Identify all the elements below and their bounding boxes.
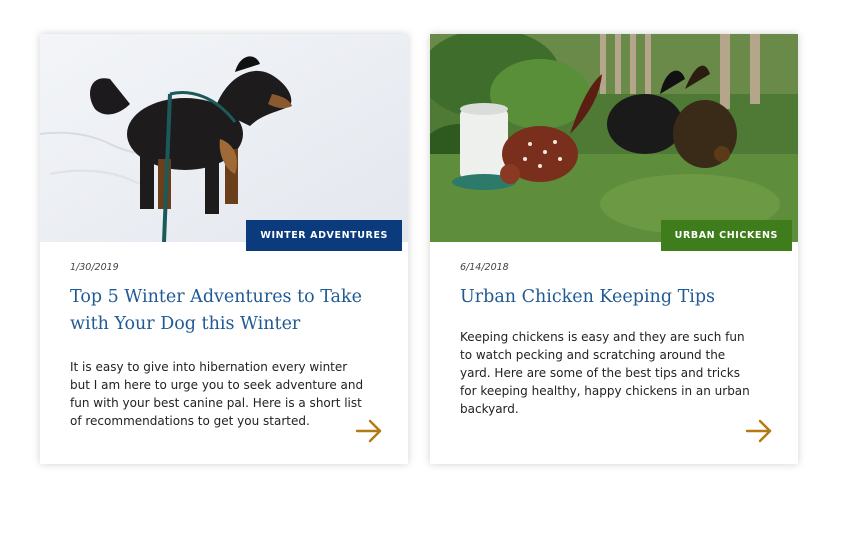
post-excerpt: It is easy to give into hibernation ever… [70,360,364,428]
blog-card-urban-chickens[interactable]: URBAN CHICKENS 6/14/2018 Urban Chicken K… [430,34,798,464]
post-date: 6/14/2018 [460,262,509,273]
blog-card-winter-adventures[interactable]: WINTER ADVENTURES 1/30/2019 Top 5 Winter… [40,34,408,464]
dog-in-snow-image [40,34,408,242]
category-tag[interactable]: WINTER ADVENTURES [246,220,402,251]
category-tag[interactable]: URBAN CHICKENS [660,220,792,251]
post-title[interactable]: Top 5 Winter Adventures to Take with You… [70,284,370,338]
chickens-in-yard-image [430,34,798,242]
arrow-right-icon[interactable] [744,416,774,446]
chickens-in-yard-photo[interactable] [430,34,798,242]
dog-in-snow-photo[interactable] [40,34,408,242]
post-excerpt: Keeping chickens is easy and they are su… [460,330,750,416]
post-date: 1/30/2019 [70,262,119,273]
arrow-right-icon[interactable] [354,416,384,446]
post-title[interactable]: Urban Chicken Keeping Tips [460,284,760,311]
